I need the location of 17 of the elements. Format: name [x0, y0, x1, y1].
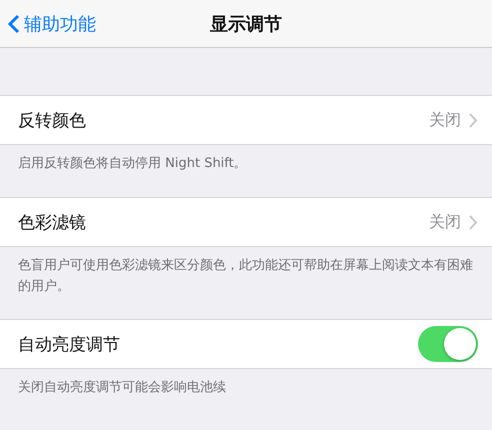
row-label: 自动亮度调节 [18, 334, 121, 356]
row-label: 反转颜色 [18, 110, 87, 132]
footer-note: 启用反转颜色将自动停用 Night Shift。 [17, 155, 248, 173]
chevron-icon [469, 214, 478, 230]
settings-row[interactable]: 自动亮度调节 [0, 319, 492, 369]
row-value: 关闭 [429, 110, 461, 130]
back-button[interactable]: 辅助功能 [0, 12, 96, 36]
settings-row[interactable]: 反转颜色 关闭 [0, 95, 492, 145]
back-chevron-icon [8, 14, 20, 34]
row-value: 关闭 [429, 212, 461, 232]
page-title: 显示调节 [210, 12, 282, 36]
footer-note: 关闭自动亮度调节可能会影响电池续 [17, 379, 227, 397]
toggle-switch[interactable] [418, 326, 478, 362]
row-label: 色彩滤镜 [18, 212, 87, 234]
settings-row[interactable]: 色彩滤镜 关闭 [0, 197, 492, 247]
footer-note: 色盲用户可使用色彩滤镜来区分颜色，此功能还可帮助在屏幕上阅读文本有困难的用户。 [17, 257, 474, 296]
chevron-icon [469, 112, 478, 128]
